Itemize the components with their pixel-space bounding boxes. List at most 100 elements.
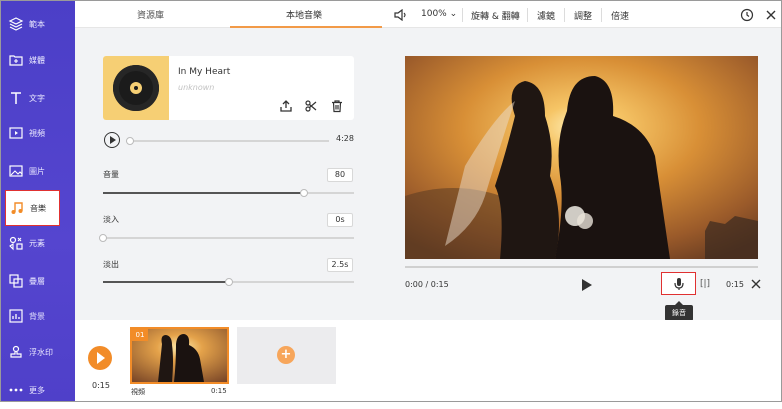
divider (601, 8, 602, 22)
sidebar-item-watermark[interactable]: 浮水印 (1, 335, 75, 371)
clip-duration: 0:15 (211, 387, 227, 395)
close-icon[interactable] (764, 8, 778, 22)
clip-index-badge: 01 (132, 329, 148, 341)
add-clip-button[interactable]: + (237, 327, 336, 384)
sidebar-item-image[interactable]: 圖片 (1, 154, 75, 190)
video-icon (9, 127, 23, 139)
sidebar-item-elements[interactable]: 元素 (1, 226, 75, 262)
fade-in-label: 淡入 (103, 215, 119, 224)
scissors-icon[interactable] (304, 99, 318, 113)
slider-knob[interactable] (300, 189, 308, 197)
sidebar: 範本 媒體 文字 視頻 圖片 音樂 元素 疊層 背景 浮水印 更多 (1, 1, 75, 401)
sidebar-item-more[interactable]: 更多 (1, 373, 75, 409)
sidebar-item-label: 範本 (29, 20, 45, 29)
toolbar: 100% ⌄ 旋轉 & 翻轉 濾鏡 調整 倍速 (382, 1, 781, 28)
filter-button[interactable]: 濾鏡 (537, 9, 555, 22)
tab-local-music[interactable]: 本地音樂 (286, 8, 322, 21)
sidebar-item-label: 背景 (29, 312, 45, 321)
timeline-play-button[interactable] (88, 346, 112, 370)
folder-icon (9, 55, 23, 66)
adjust-button[interactable]: 調整 (574, 9, 592, 22)
panel-tabs: 資源庫 本地音樂 (75, 1, 382, 28)
zoom-value: 100% (421, 9, 447, 19)
sidebar-item-text[interactable]: 文字 (1, 81, 75, 117)
fade-in-slider[interactable] (99, 234, 354, 242)
music-play-button[interactable] (104, 132, 120, 148)
layers-icon (8, 17, 24, 31)
music-icon (11, 202, 23, 214)
record-voice-button[interactable] (661, 272, 696, 295)
split-icon[interactable]: [|] (700, 279, 710, 289)
sidebar-item-music[interactable]: 音樂 (5, 190, 60, 226)
slider-fill (103, 281, 229, 283)
sidebar-item-overlay[interactable]: 疊層 (1, 264, 75, 300)
clock-icon[interactable] (740, 8, 754, 22)
divider (564, 8, 565, 22)
more-icon (9, 388, 23, 392)
song-title: In My Heart (178, 67, 231, 77)
overlay-icon (9, 274, 23, 288)
fade-out-value[interactable]: 2.5s (327, 258, 353, 272)
sidebar-item-media[interactable]: 媒體 (1, 43, 75, 79)
slider-knob[interactable] (126, 137, 134, 145)
zoom-dropdown[interactable]: 100% ⌄ (421, 9, 457, 19)
sidebar-item-label: 疊層 (29, 277, 45, 286)
image-icon (9, 165, 23, 177)
sidebar-item-label: 音樂 (30, 204, 46, 213)
divider (462, 8, 463, 22)
record-tooltip: 錄音 (665, 301, 693, 321)
timeline-time: 0:15 (92, 381, 110, 390)
scissors-icon[interactable] (750, 278, 762, 290)
microphone-icon (674, 278, 684, 290)
music-panel: 資源庫 本地音樂 In My Heart unknown 4:28 音量 80 … (75, 1, 382, 320)
music-progress-slider[interactable] (126, 137, 329, 145)
video-duration: 0:15 (726, 280, 744, 289)
sidebar-item-templates[interactable]: 範本 (1, 7, 75, 43)
active-tab-indicator (230, 26, 382, 28)
speed-button[interactable]: 倍速 (611, 9, 629, 22)
slider-fill (103, 192, 304, 194)
sidebar-item-video[interactable]: 視頻 (1, 116, 75, 152)
fade-out-label: 淡出 (103, 260, 119, 269)
background-icon (9, 309, 23, 323)
album-cover (103, 56, 169, 120)
volume-icon[interactable] (394, 9, 407, 21)
chevron-down-icon: ⌄ (449, 9, 458, 19)
slider-knob[interactable] (225, 278, 233, 286)
divider (527, 8, 528, 22)
sidebar-item-label: 文字 (29, 94, 45, 103)
video-play-button[interactable] (582, 279, 592, 291)
rotate-flip-button[interactable]: 旋轉 & 翻轉 (471, 9, 520, 22)
plus-icon: + (277, 346, 295, 364)
sidebar-item-label: 更多 (29, 386, 45, 395)
sidebar-item-label: 浮水印 (29, 348, 53, 357)
timeline: 0:15 01 視頻 0:15 + (75, 320, 781, 401)
elements-icon (9, 236, 23, 251)
video-time: 0:00 / 0:15 (405, 280, 449, 289)
video-progress-bar[interactable] (405, 266, 758, 268)
music-duration: 4:28 (336, 134, 354, 143)
fade-out-slider[interactable] (103, 278, 354, 286)
fade-in-value[interactable]: 0s (327, 213, 353, 227)
tab-library[interactable]: 資源庫 (137, 8, 164, 21)
song-artist: unknown (178, 83, 215, 92)
timeline-clip[interactable]: 01 (130, 327, 229, 384)
sidebar-item-label: 圖片 (29, 167, 45, 176)
text-icon (11, 92, 21, 104)
music-card[interactable]: In My Heart unknown (103, 56, 354, 120)
sidebar-item-label: 視頻 (29, 129, 45, 138)
volume-slider[interactable] (103, 189, 354, 197)
volume-value[interactable]: 80 (327, 168, 353, 182)
volume-label: 音量 (103, 170, 119, 179)
video-preview[interactable] (405, 56, 758, 259)
sidebar-item-label: 元素 (29, 239, 45, 248)
sidebar-item-label: 媒體 (29, 56, 45, 65)
slider-knob[interactable] (99, 234, 107, 242)
vinyl-record-icon (113, 65, 159, 111)
export-icon[interactable] (279, 99, 293, 113)
trash-icon[interactable] (330, 99, 344, 113)
preview-stage: 0:00 / 0:15 [|] 0:15 錄音 (382, 28, 781, 321)
clip-label: 視頻 (131, 388, 145, 396)
sidebar-item-background[interactable]: 背景 (1, 299, 75, 335)
watermark-icon (10, 345, 22, 358)
